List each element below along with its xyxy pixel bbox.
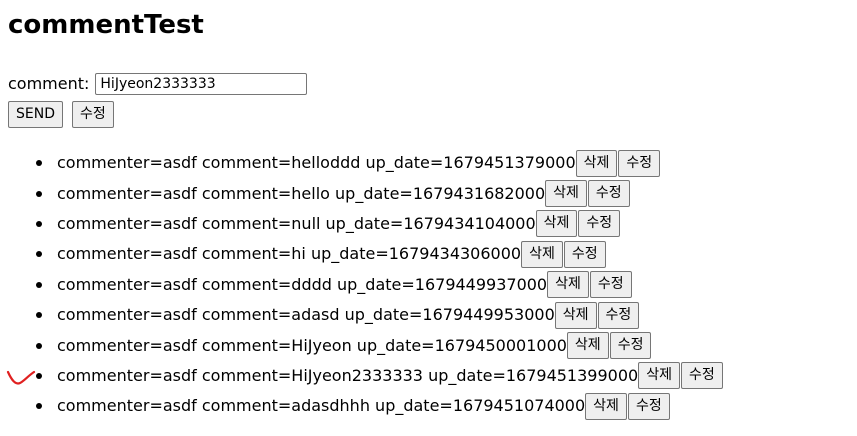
bullet-icon — [36, 251, 42, 258]
comment-text: commenter=asdf comment=adasd up_date=167… — [57, 305, 555, 325]
bullet-icon — [36, 403, 42, 410]
comment-list-item: commenter=asdf comment=hello up_date=167… — [0, 178, 723, 208]
edit-comment-button[interactable]: 수정 — [597, 301, 640, 329]
comment-list-item: commenter=asdf comment=HiJyeon up_date=1… — [0, 330, 723, 360]
page-title: commentTest — [8, 10, 204, 40]
delete-comment-button[interactable]: 삭제 — [638, 362, 680, 390]
bullet-icon — [36, 220, 42, 227]
edit-button[interactable]: 수정 — [72, 100, 114, 128]
comment-text: commenter=asdf comment=null up_date=1679… — [57, 213, 536, 233]
delete-comment-button[interactable]: 삭제 — [545, 180, 587, 208]
comment-list-item: commenter=asdf comment=hi up_date=167943… — [0, 239, 723, 269]
comment-form-row: comment: — [8, 71, 308, 97]
comment-text: commenter=asdf comment=dddd up_date=1679… — [57, 274, 548, 294]
edit-comment-button[interactable]: 수정 — [563, 240, 606, 268]
comment-text: commenter=asdf comment=adasdhhh up_date=… — [57, 396, 586, 416]
bullet-icon — [36, 312, 42, 319]
delete-comment-button[interactable]: 삭제 — [547, 271, 589, 299]
comment-list: commenter=asdf comment=helloddd up_date=… — [0, 148, 723, 422]
edit-comment-button[interactable]: 수정 — [627, 392, 670, 420]
form-controls: SEND 수정 — [8, 100, 114, 128]
comment-input[interactable] — [95, 73, 308, 95]
comment-text: commenter=asdf comment=hello up_date=167… — [57, 183, 546, 203]
delete-comment-button[interactable]: 삭제 — [554, 301, 597, 329]
delete-comment-button[interactable]: 삭제 — [535, 210, 578, 238]
comment-label: comment: — [8, 74, 90, 93]
comment-list-item: commenter=asdf comment=dddd up_date=1679… — [0, 270, 723, 300]
comment-list-item: commenter=asdf comment=helloddd up_date=… — [0, 148, 723, 178]
edit-comment-button[interactable]: 수정 — [578, 210, 621, 238]
delete-comment-button[interactable]: 삭제 — [575, 149, 618, 177]
edit-comment-button[interactable]: 수정 — [618, 149, 661, 177]
comment-text: commenter=asdf comment=HiJyeon up_date=1… — [57, 335, 567, 355]
comment-list-item: commenter=asdf comment=null up_date=1679… — [0, 209, 723, 239]
comment-list-item: commenter=asdf comment=adasd up_date=167… — [0, 300, 723, 330]
comment-text: commenter=asdf comment=HiJyeon2333333 up… — [57, 365, 639, 385]
comment-text: commenter=asdf comment=helloddd up_date=… — [57, 153, 576, 173]
comment-list-item: commenter=asdf comment=HiJyeon2333333 up… — [0, 361, 723, 391]
edit-comment-button[interactable]: 수정 — [587, 180, 630, 208]
comment-list-item: commenter=asdf comment=adasdhhh up_date=… — [0, 391, 723, 421]
bullet-icon — [36, 190, 42, 197]
delete-comment-button[interactable]: 삭제 — [585, 392, 627, 420]
edit-comment-button[interactable]: 수정 — [680, 362, 723, 390]
bullet-icon — [36, 160, 42, 167]
delete-comment-button[interactable]: 삭제 — [566, 332, 609, 360]
bullet-icon — [36, 281, 42, 288]
edit-comment-button[interactable]: 수정 — [589, 271, 632, 299]
delete-comment-button[interactable]: 삭제 — [521, 240, 563, 268]
bullet-icon — [36, 342, 42, 349]
red-check-curve-icon — [6, 370, 36, 385]
comment-text: commenter=asdf comment=hi up_date=167943… — [57, 244, 522, 264]
send-button[interactable]: SEND — [8, 100, 63, 128]
edit-comment-button[interactable]: 수정 — [609, 332, 652, 360]
